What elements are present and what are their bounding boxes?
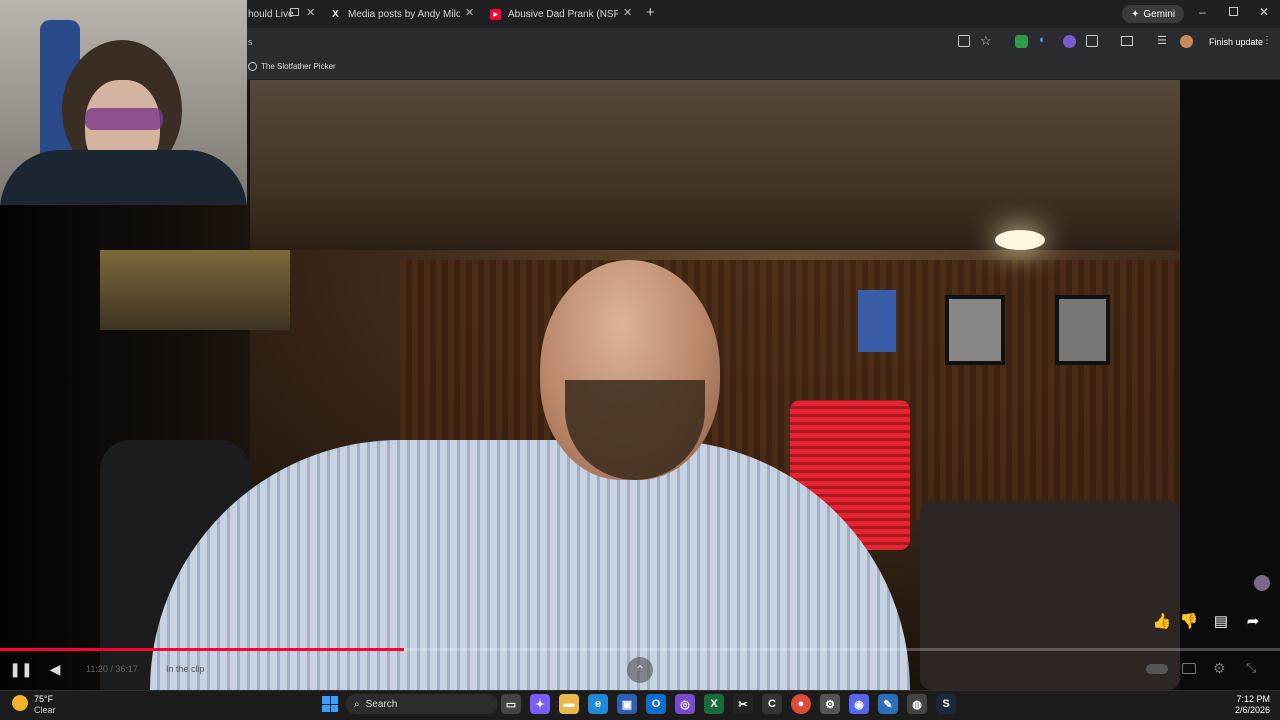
weather-moon-icon[interactable] [12, 695, 28, 711]
install-app-icon[interactable] [958, 35, 970, 47]
gemini-button[interactable]: ✦ Gemini [1122, 5, 1185, 23]
close-tab-icon[interactable]: ✕ [306, 6, 315, 19]
like-icon[interactable]: 👍 [1149, 608, 1175, 634]
capcut-icon[interactable]: ✂ [733, 694, 753, 714]
finish-update-button[interactable]: Finish update [1209, 37, 1263, 47]
restore-icon[interactable] [1229, 7, 1238, 16]
store-icon[interactable]: ▣ [617, 694, 637, 714]
copilot-icon[interactable]: ✦ [530, 694, 550, 714]
discord-icon[interactable]: ◉ [849, 694, 869, 714]
app-purple-icon[interactable]: ◎ [675, 694, 695, 714]
video-light [995, 230, 1045, 250]
video-ceiling [250, 80, 1180, 250]
extension-green-icon[interactable] [1015, 35, 1028, 48]
gemini-sparkle-icon: ✦ [1131, 8, 1140, 20]
steam-icon[interactable]: S [936, 694, 956, 714]
tab-youtube-video[interactable]: ▶ Abusive Dad Prank (NSFW) - Yo [490, 4, 625, 24]
tab-media-posts[interactable]: X Media posts by Andy Milonakis [330, 4, 475, 24]
menu-kebab-icon[interactable]: ⋮ [1262, 35, 1272, 46]
tab-title: Media posts by Andy Milonakis [348, 8, 460, 20]
minimize-icon[interactable]: – [1199, 5, 1206, 19]
extension-purple-icon[interactable] [1063, 35, 1076, 48]
clock-time[interactable]: 7:12 PM [1230, 694, 1270, 704]
search-icon: ⌕ [354, 698, 360, 710]
chevron-up-icon[interactable]: ⌃ [627, 657, 653, 683]
weather-condition: Clear [34, 705, 56, 715]
video-shelf [100, 250, 290, 330]
reading-list-icon[interactable]: ☰ [1157, 34, 1167, 47]
channel-avatar[interactable] [1254, 575, 1270, 591]
bookmark-item[interactable]: The Slotfather Picker [261, 62, 336, 71]
webcam-overlay [0, 0, 247, 205]
close-window-icon[interactable]: ✕ [1259, 5, 1269, 19]
webcam-glasses [85, 108, 163, 130]
app-c-icon[interactable]: C [762, 694, 782, 714]
weather-temp: 75°F [34, 694, 54, 704]
autoplay-toggle[interactable] [1146, 664, 1168, 674]
globe-icon [248, 62, 257, 71]
share-icon[interactable]: ➦ [1240, 608, 1266, 634]
close-tab-icon[interactable]: ✕ [623, 6, 632, 19]
webcam-body [0, 150, 247, 205]
extensions-puzzle-icon[interactable] [1086, 35, 1098, 47]
app-blue-icon[interactable]: ✎ [878, 694, 898, 714]
edge-icon[interactable]: e [588, 694, 608, 714]
search-label: Search [365, 698, 398, 710]
side-panel-icon[interactable] [1121, 36, 1133, 46]
comments-icon[interactable]: ▤ [1208, 608, 1234, 634]
x-logo-icon: X [332, 8, 339, 20]
new-tab-button[interactable]: + [646, 4, 655, 21]
video-sofa [920, 500, 1180, 690]
volume-icon[interactable]: ◀ [44, 658, 66, 680]
video-picture-frame [945, 295, 1005, 365]
exit-fullscreen-icon[interactable]: ⤡ [1246, 660, 1256, 676]
settings-gear-icon[interactable]: ⚙ [1213, 660, 1226, 677]
address-field[interactable]: s [248, 37, 253, 47]
chrome-icon[interactable]: ● [791, 694, 811, 714]
video-right-pillarbox [1180, 80, 1280, 690]
excel-icon[interactable]: X [704, 694, 724, 714]
clock-date[interactable]: 2/6/2026 [1224, 705, 1270, 715]
extension-audio-icon[interactable]: ◖ [1038, 34, 1045, 46]
taskbar [0, 690, 1280, 720]
chapter-label[interactable]: In the clip [166, 664, 205, 674]
settings-icon[interactable]: ⚙ [820, 694, 840, 714]
obs-icon[interactable]: ◍ [907, 694, 927, 714]
progress-fill [0, 648, 405, 651]
youtube-icon: ▶ [490, 8, 501, 20]
task-view-icon[interactable]: ▭ [501, 694, 521, 714]
gemini-label: Gemini [1143, 8, 1176, 20]
outlook-icon[interactable]: O [646, 694, 666, 714]
picture-in-picture-icon[interactable] [290, 8, 299, 16]
file-explorer-icon[interactable]: ▬ [559, 694, 579, 714]
tab-title: Abusive Dad Prank (NSFW) - Yo [508, 8, 618, 20]
video-notice-board [858, 290, 896, 352]
close-tab-icon[interactable]: ✕ [465, 6, 474, 19]
video-picture-frame [1055, 295, 1110, 365]
tab-title: hould Live [248, 8, 294, 20]
pause-icon[interactable]: ❚❚ [9, 658, 32, 680]
taskbar-search[interactable]: ⌕ Search [346, 694, 498, 714]
captions-icon[interactable] [1182, 663, 1196, 674]
time-display: 11:20 / 36:17 [86, 664, 138, 674]
profile-avatar[interactable] [1180, 35, 1193, 48]
dislike-icon[interactable]: 👎 [1176, 608, 1202, 634]
windows-start-icon[interactable] [322, 696, 338, 712]
bookmark-star-icon[interactable]: ☆ [980, 33, 992, 49]
